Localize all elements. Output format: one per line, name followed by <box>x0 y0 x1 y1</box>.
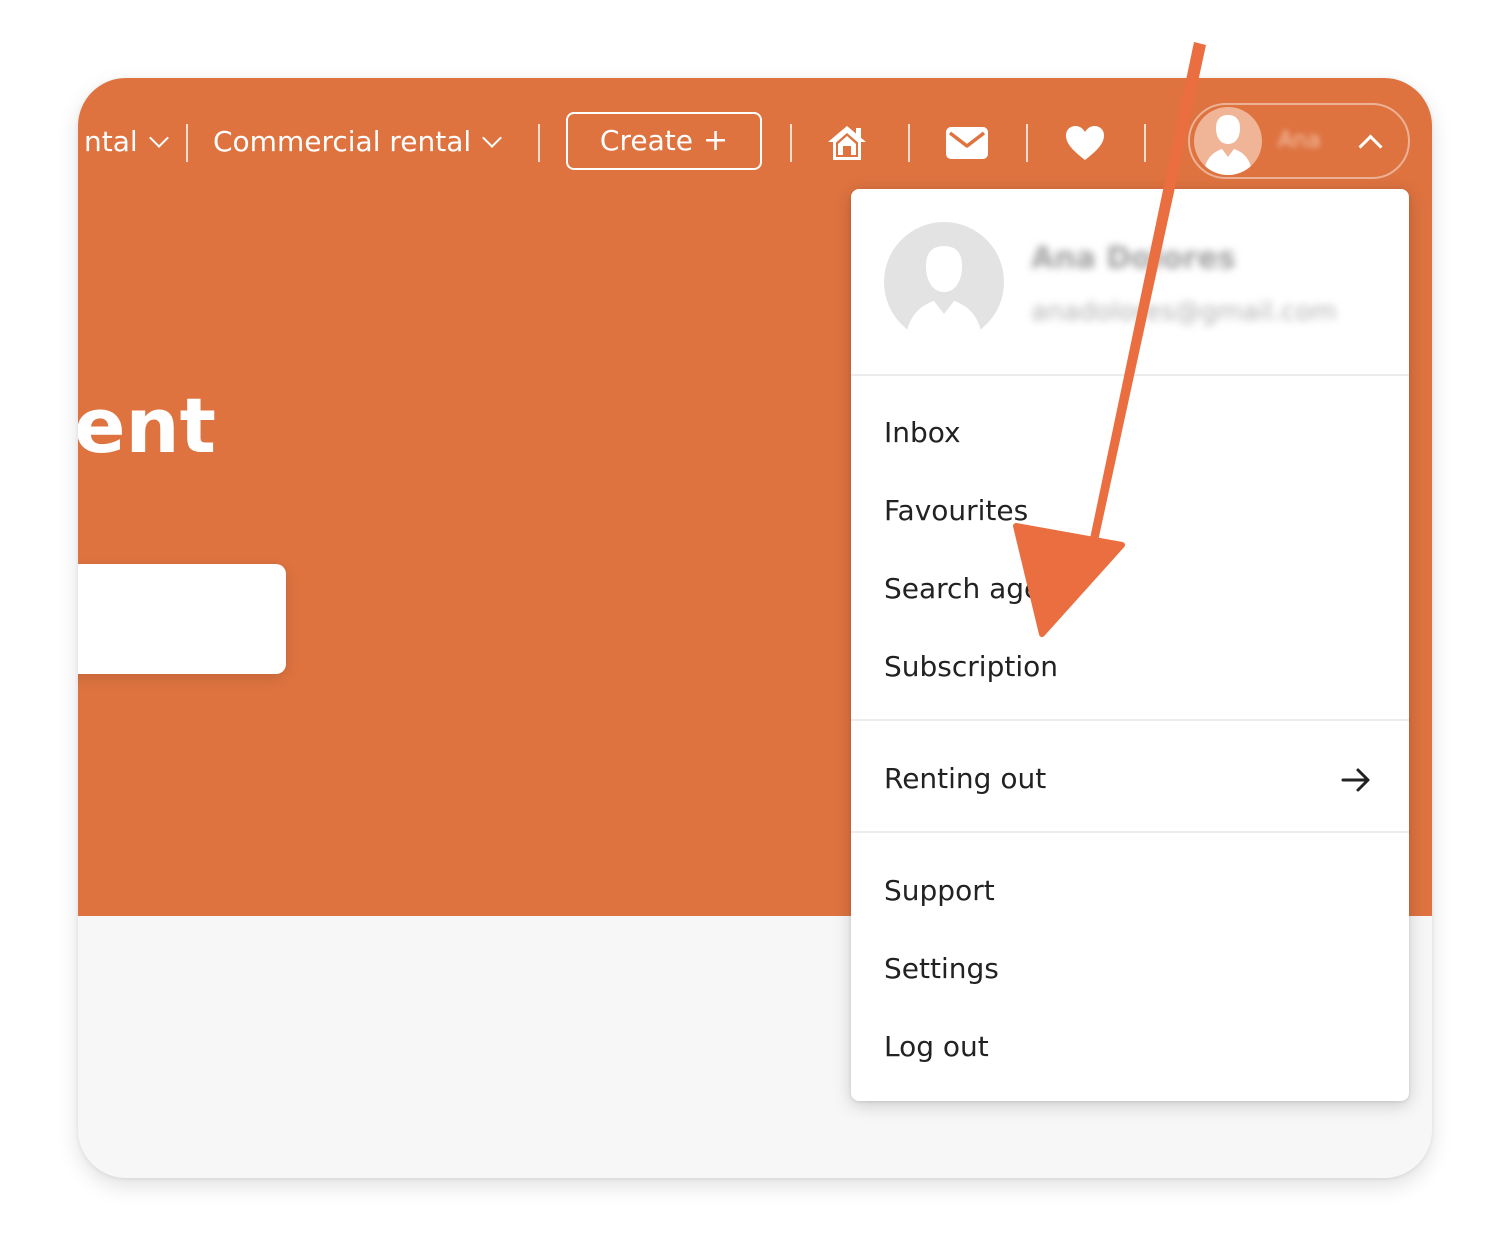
user-icon <box>906 246 982 342</box>
hero-heading: ent <box>78 381 216 470</box>
nav-divider <box>908 124 910 162</box>
nav-divider <box>1144 124 1146 162</box>
menu-item-settings[interactable]: Settings <box>884 947 999 991</box>
menu-item-renting-out[interactable]: Renting out <box>884 757 1046 801</box>
user-icon <box>1204 115 1252 175</box>
create-button[interactable]: Create + <box>566 112 762 170</box>
menu-divider <box>851 374 1409 376</box>
menu-item-inbox[interactable]: Inbox <box>884 411 961 455</box>
menu-divider <box>851 831 1409 833</box>
menu-item-support[interactable]: Support <box>884 869 995 913</box>
favourites-button[interactable] <box>1062 120 1108 166</box>
chevron-up-icon <box>1358 134 1383 159</box>
chevron-down-icon <box>482 128 503 148</box>
nav-item-rental[interactable]: ntal <box>84 122 169 162</box>
nav-divider <box>1026 124 1028 162</box>
home-icon <box>828 126 866 160</box>
profile-full-name: Ana Dolores <box>1031 241 1236 276</box>
plus-icon: + <box>702 123 729 158</box>
chevron-down-icon <box>148 128 169 148</box>
mail-icon <box>946 127 988 159</box>
menu-item-subscription[interactable]: Subscription <box>884 645 1058 689</box>
search-input[interactable] <box>78 564 286 674</box>
nav-item-rental-label: ntal <box>84 125 138 158</box>
mail-button[interactable] <box>944 120 990 166</box>
avatar <box>884 222 1004 342</box>
profile-email: anadolores@gmail.com <box>1031 297 1337 327</box>
menu-item-log-out[interactable]: Log out <box>884 1025 989 1069</box>
nav-divider <box>538 124 540 162</box>
home-button[interactable] <box>824 120 870 166</box>
avatar <box>1194 107 1262 175</box>
profile-dropdown-menu: Ana Dolores anadolores@gmail.com Inbox F… <box>851 189 1409 1101</box>
arrow-right-icon <box>1341 768 1370 792</box>
nav-item-commercial-rental-label: Commercial rental <box>213 125 472 158</box>
menu-item-favourites[interactable]: Favourites <box>884 489 1028 533</box>
profile-menu-toggle[interactable]: Ana <box>1188 103 1410 179</box>
nav-item-commercial-rental[interactable]: Commercial rental <box>213 122 503 162</box>
nav-divider <box>790 124 792 162</box>
create-button-label: Create <box>599 124 693 157</box>
nav-divider <box>186 124 188 162</box>
menu-divider <box>851 719 1409 721</box>
heart-icon <box>1066 126 1104 160</box>
menu-item-search-agent[interactable]: Search agent <box>884 567 1070 611</box>
profile-short-name: Ana <box>1278 128 1321 153</box>
